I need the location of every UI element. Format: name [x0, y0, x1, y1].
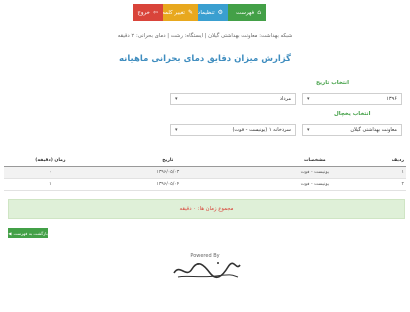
home-icon: ⌂ [257, 8, 261, 16]
back-to-list-button[interactable]: بازگشت به فهرست ◀ [8, 228, 48, 238]
change-password-button[interactable]: ✎ تغییر کلمه عبور [150, 4, 198, 21]
chevron-down-icon: ▾ [307, 96, 310, 102]
table-row: ۱ یونیست - فوت ۱۳۹۶/۰۵/۰۳ ۰ [4, 166, 406, 179]
chevron-down-icon: ▾ [307, 127, 310, 133]
arrow-left-icon: ◀ [8, 230, 12, 236]
top-nav: ⌂ فهرست ⚙ تنظیمات ✎ تغییر کلمه عبور ⇦ خر… [133, 4, 266, 21]
header-num: ردیف [390, 155, 406, 167]
lock-icon: ✎ [187, 8, 193, 16]
cell-spec: یونیست - فوت [238, 166, 391, 179]
org-select[interactable]: معاونت بهداشتی گیلان ▾ [302, 124, 402, 136]
fridge-label: انتخاب یخچال [334, 111, 371, 117]
table-row: ۲ یونیست - فوت ۱۳۹۶/۰۵/۰۴ ۱ [4, 178, 406, 191]
year-value: ۱۳۹۶ [386, 96, 397, 102]
total-text: مجموع زمان ها: ۰ دقیقه [179, 206, 234, 212]
month-select[interactable]: مرداد ▾ [170, 93, 296, 105]
fridge-value: سردخانه ۱ (یونیست - فوت) [232, 127, 291, 133]
chevron-down-icon: ▾ [175, 96, 178, 102]
cell-date: ۱۳۹۶/۰۵/۰۳ [96, 166, 239, 179]
breadcrumb: شبکه بهداشت: معاونت بهداشتی گیلان | ایست… [117, 33, 293, 39]
org-value: معاونت بهداشتی گیلان [350, 127, 397, 133]
cell-time: ۱ [4, 178, 97, 191]
cell-time: ۰ [4, 166, 97, 179]
header-date: تاریخ [96, 155, 239, 167]
cell-num: ۲ [390, 178, 406, 191]
settings-button[interactable]: ⚙ تنظیمات [195, 4, 228, 21]
back-label: بازگشت به فهرست [13, 230, 48, 236]
logout-button[interactable]: ⇦ خروج [133, 4, 163, 21]
home-label: فهرست [235, 9, 255, 16]
month-value: مرداد [279, 96, 291, 102]
cell-num: ۱ [390, 166, 406, 179]
cell-spec: یونیست - فوت [238, 178, 391, 191]
logout-label: خروج [137, 9, 150, 16]
chevron-down-icon: ▾ [175, 127, 178, 133]
settings-label: تنظیمات [195, 9, 215, 16]
page-title: گزارش میزان دقایق دمای بحرانی ماهیانه [119, 54, 291, 64]
header-spec: مشخصات [238, 155, 391, 167]
total-summary: مجموع زمان ها: ۰ دقیقه [8, 199, 405, 219]
table-header-row: ردیف مشخصات تاریخ زمان (دقیقه) [4, 155, 406, 167]
home-button[interactable]: ⌂ فهرست [228, 4, 266, 21]
date-label: انتخاب تاریخ [316, 80, 349, 86]
report-table: ردیف مشخصات تاریخ زمان (دقیقه) ۱ یونیست … [4, 155, 406, 191]
logout-icon: ⇦ [152, 8, 158, 16]
brand-logo [170, 259, 242, 281]
fridge-select[interactable]: سردخانه ۱ (یونیست - فوت) ▾ [170, 124, 296, 136]
header-time: زمان (دقیقه) [4, 155, 97, 167]
cell-date: ۱۳۹۶/۰۵/۰۴ [96, 178, 239, 191]
gear-icon: ⚙ [217, 8, 223, 16]
year-select[interactable]: ۱۳۹۶ ▾ [302, 93, 402, 105]
